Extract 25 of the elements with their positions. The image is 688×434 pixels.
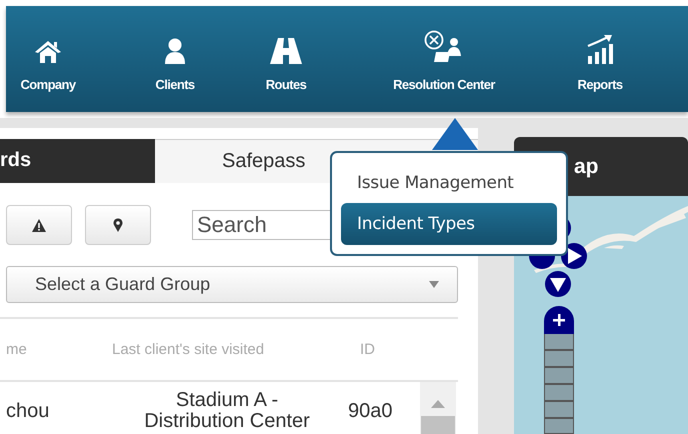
people-support-icon	[424, 30, 464, 64]
alert-button[interactable]	[6, 205, 72, 246]
map-title: ap	[574, 154, 599, 178]
bar-chart-icon	[586, 34, 614, 64]
person-icon	[164, 38, 186, 64]
road-icon	[270, 38, 302, 64]
location-button[interactable]	[85, 205, 151, 246]
map-pin-icon	[113, 218, 123, 232]
table-cell-text: Stadium A - Distribution Center	[143, 390, 311, 432]
scrollbar[interactable]	[420, 382, 456, 434]
nav-item[interactable]: Clients	[140, 6, 210, 112]
tab[interactable]: rds	[0, 139, 155, 183]
nav-item[interactable]: Routes	[248, 6, 324, 112]
plus-icon	[553, 314, 565, 326]
nav-item[interactable]: Reports	[566, 6, 634, 112]
dropdown-arrow-icon	[429, 280, 439, 288]
home-icon	[34, 40, 62, 64]
scrollbar-thumb[interactable]	[421, 416, 455, 434]
warning-icon	[32, 218, 46, 232]
guard-group-select[interactable]: Select a Guard Group	[6, 266, 458, 303]
menu-item[interactable]: Incident Types	[341, 203, 557, 245]
nav-item[interactable]: Resolution Center	[366, 6, 522, 112]
table-cell-text: chou	[5, 400, 50, 422]
table-cell-text: 90a0	[347, 400, 394, 422]
nav-item[interactable]: Company	[6, 6, 90, 112]
